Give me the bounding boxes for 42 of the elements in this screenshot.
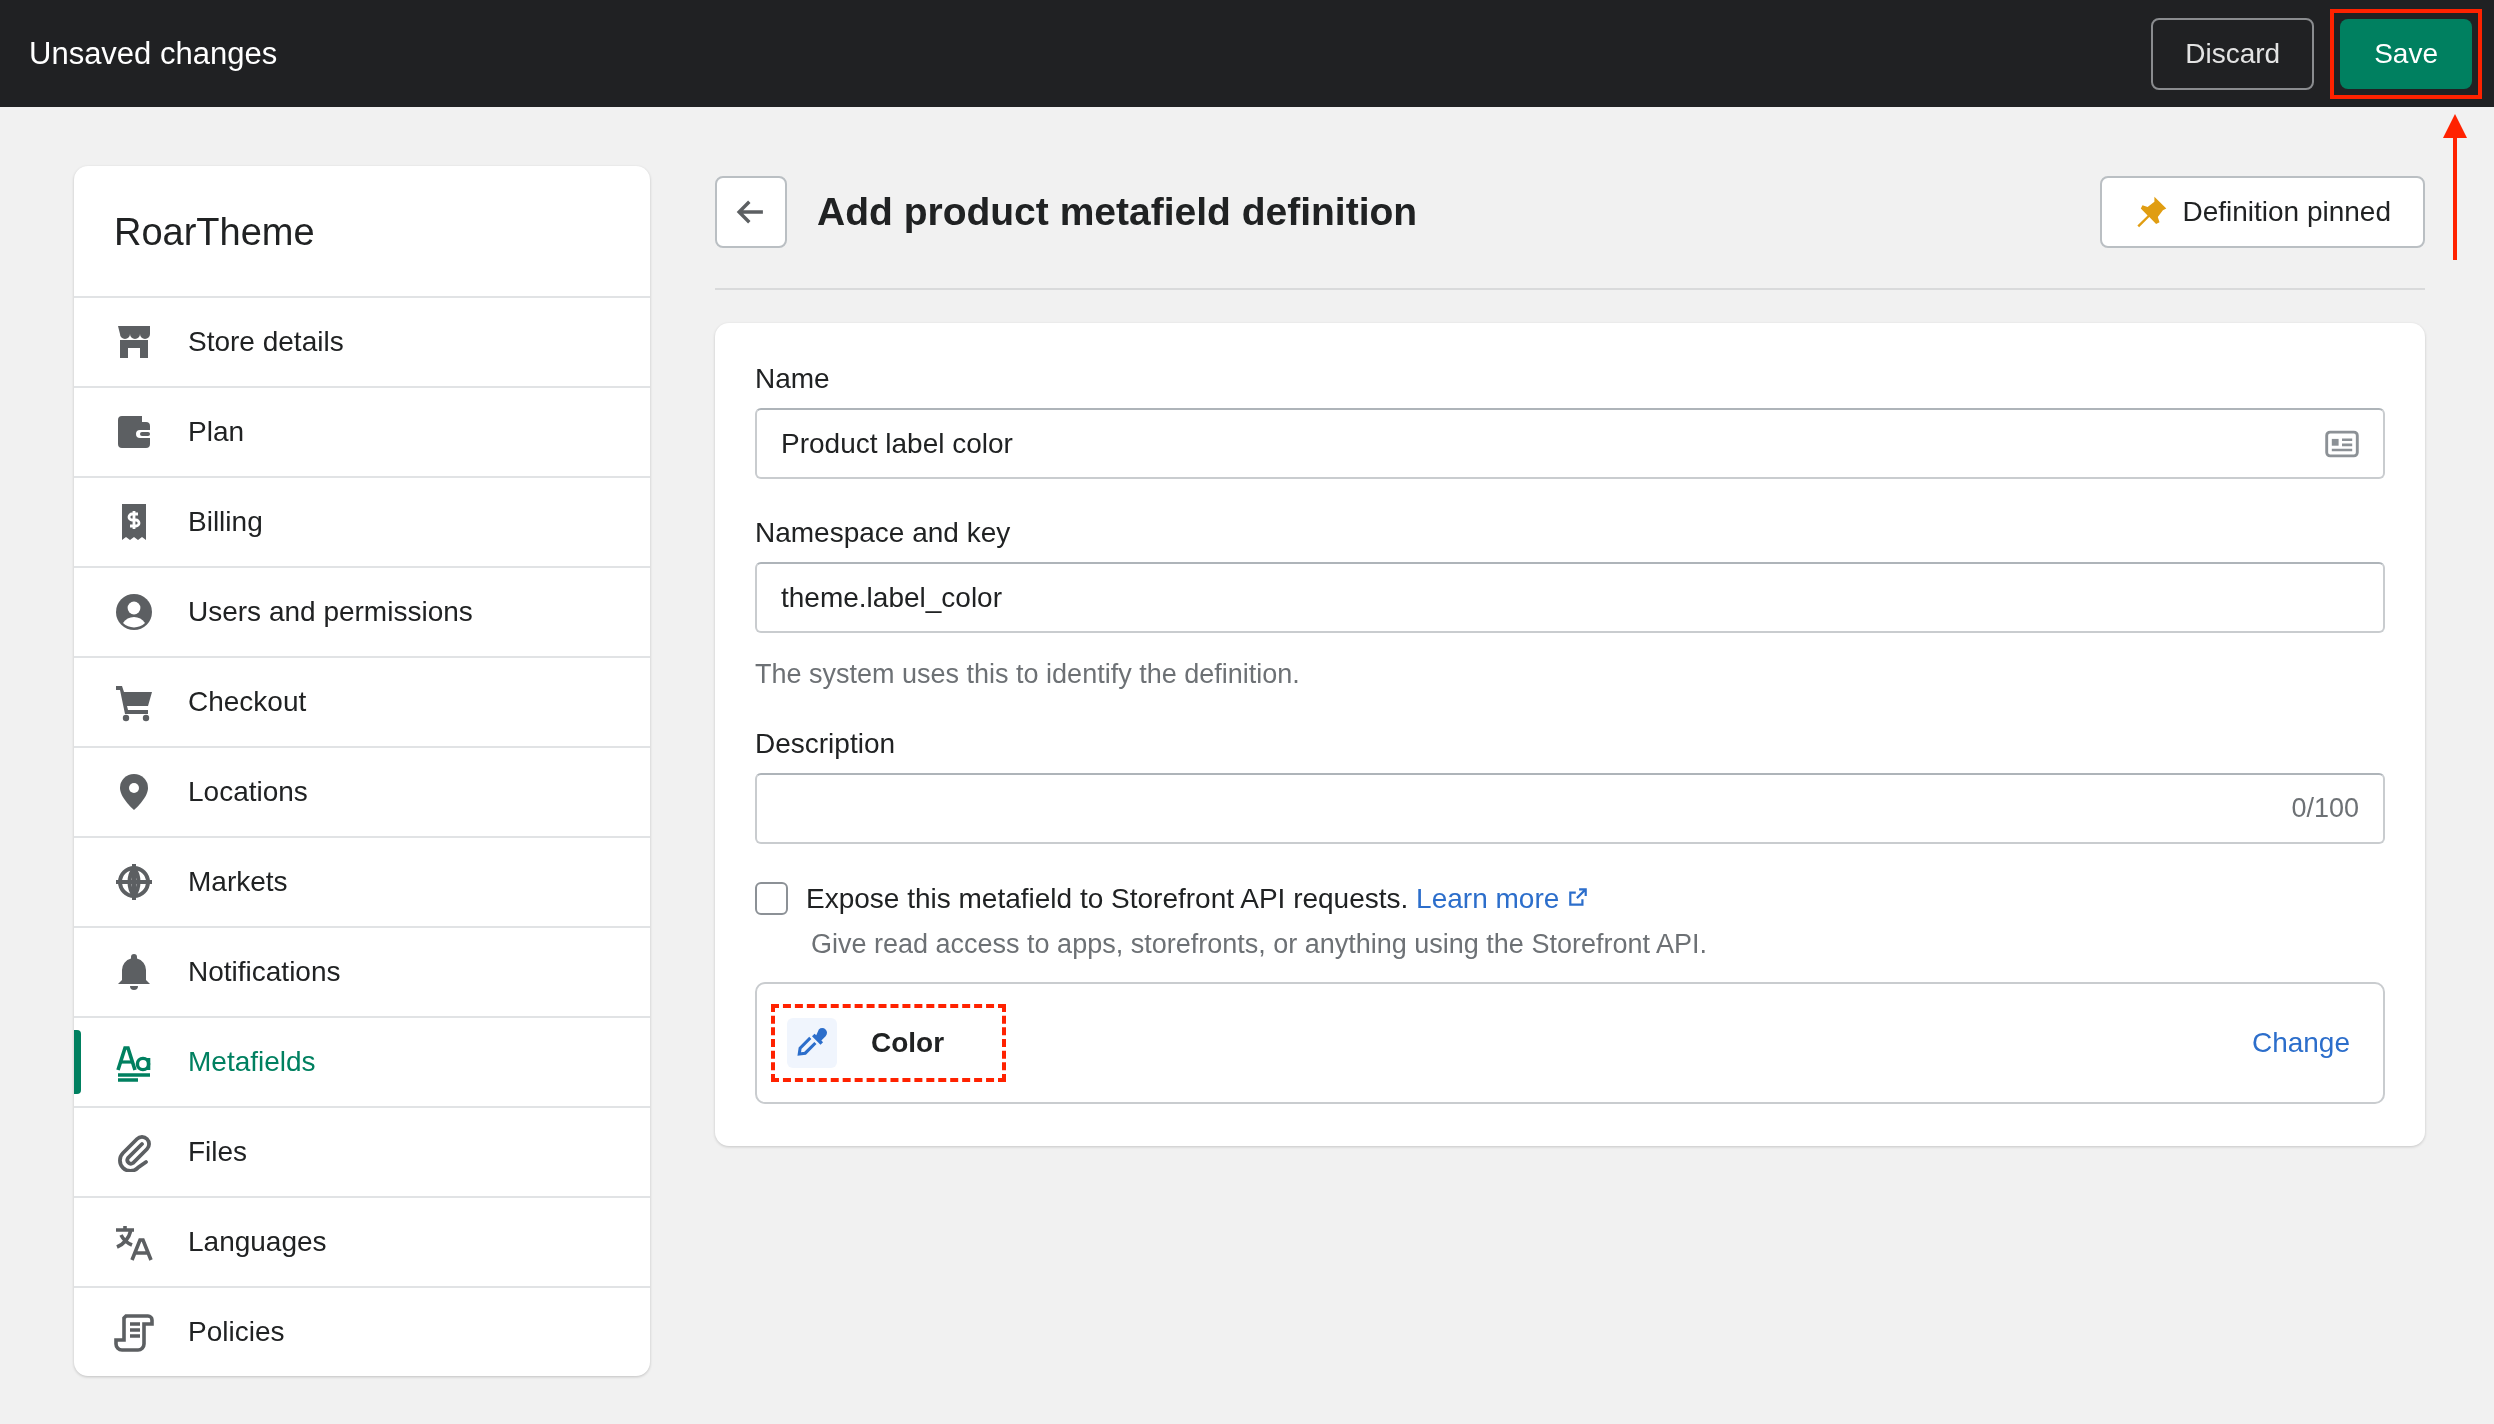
namespace-key-field[interactable]: theme.label_color [755, 562, 2385, 633]
sidebar-item[interactable]: Policies [74, 1288, 650, 1376]
sidebar-item[interactable]: Languages [74, 1198, 650, 1288]
field-value: Product label color [781, 427, 1014, 460]
discard-button[interactable]: Discard [2151, 17, 2315, 90]
sidebar-item[interactable]: Users and permissions [74, 568, 650, 658]
sidebar-item[interactable]: Store details [74, 298, 650, 388]
unsaved-changes-title: Unsaved changes [29, 35, 279, 72]
active-indicator [74, 1030, 81, 1094]
type-label: Color [871, 1027, 945, 1059]
checkbox-label: Expose this metafield to Storefront API requests. Learn more [806, 882, 1590, 915]
sidebar-item[interactable]: Metafields [74, 1018, 650, 1108]
field-value: theme.label_color [781, 581, 1004, 614]
sidebar-item[interactable]: Markets [74, 838, 650, 928]
back-button[interactable] [715, 176, 787, 248]
description-field[interactable]: 0/100 [755, 773, 2385, 844]
globe-icon [114, 862, 154, 902]
pin-icon [2134, 195, 2169, 229]
sidebar-item[interactable]: Notifications [74, 928, 650, 1018]
store-name: RoarTheme [74, 166, 650, 298]
field-label: Namespace and key [755, 517, 1012, 549]
eyedropper-icon [787, 1018, 837, 1068]
character-counter: 0/100 [2291, 793, 2359, 824]
sidebar-item[interactable]: Billing [74, 478, 650, 568]
scroll-icon [114, 1312, 154, 1352]
person-icon [114, 592, 154, 632]
learn-more-link[interactable]: Learn more [1416, 882, 1590, 914]
sidebar-item[interactable]: Locations [74, 748, 650, 838]
save-button[interactable]: Save [2340, 18, 2472, 89]
page-title: Add product metafield definition [817, 190, 1419, 234]
checkbox[interactable] [755, 882, 788, 915]
external-link-icon [1567, 885, 1590, 908]
help-text: Give read access to apps, storefronts, or anything using the Storefront API. [811, 929, 1708, 960]
definition-pinned-button[interactable]: Definition pinned [2100, 176, 2425, 248]
field-label: Name [755, 363, 831, 395]
sidebar-item[interactable]: Checkout [74, 658, 650, 748]
sidebar-item[interactable]: Plan [74, 388, 650, 478]
name-field[interactable]: Product label color [755, 408, 2385, 479]
sidebar-item[interactable]: Files [74, 1108, 650, 1198]
change-link[interactable]: Change [2251, 1027, 2350, 1059]
help-text: The system uses this to identify the definition. [755, 659, 1301, 690]
field-label: Description [755, 728, 897, 760]
